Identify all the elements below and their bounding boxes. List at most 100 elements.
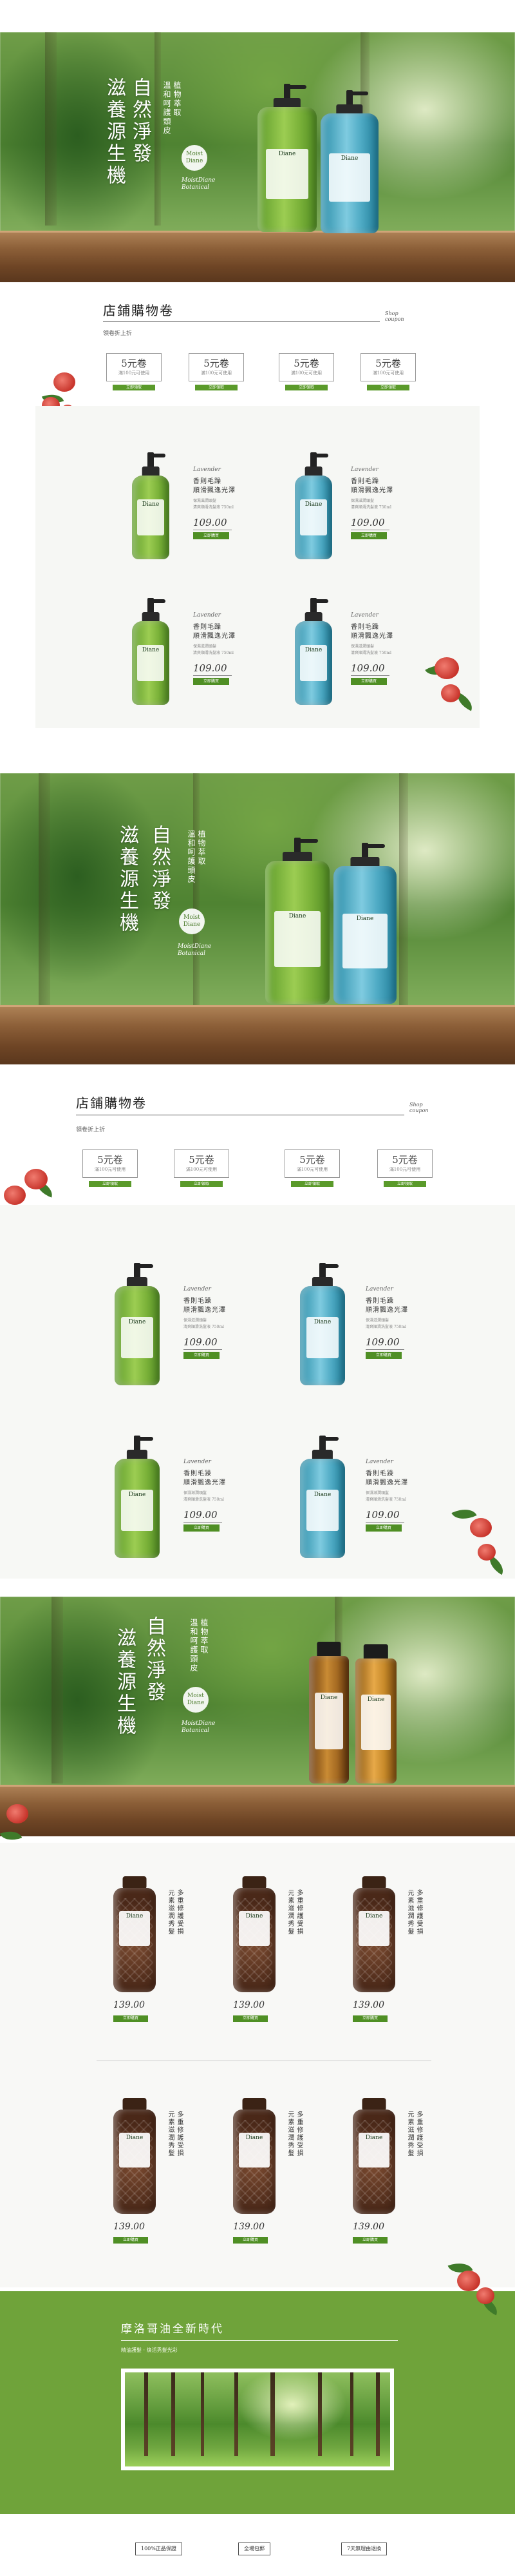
buy-now-button[interactable]: 立即購買 (233, 2237, 268, 2244)
hero-seal: Moist Diane (183, 1687, 209, 1713)
hero-blue-bottle: Diane (321, 90, 379, 233)
hero-tagline-1: 植物萃取 (200, 1619, 209, 1655)
buy-now-button[interactable]: 立即購買 (193, 678, 229, 685)
hero-title-line-2: 滋養源生機 (116, 825, 138, 934)
oil-product-price: 139.00 (353, 2222, 384, 2232)
oil-product-line-2: 元素滋潤秀髮 (406, 1889, 413, 1936)
coupon-1[interactable]: 5元卷 滿100元可使用 立即領取 (106, 353, 162, 390)
hero-title-line-1: 自然淨發 (143, 1616, 165, 1704)
product-card-2[interactable]: Lavender 香則毛躁 順滑飄逸光澤 保濕滋潤頭髮 清爽順滑洗髮液 750m… (351, 466, 428, 544)
oil-product-card-2[interactable]: 多重修護受損 元素滋潤秀髮 139.00 立即購買 (233, 1889, 313, 2037)
product-bottle-green: Diane (115, 1436, 160, 1558)
buy-now-button[interactable]: 立即購買 (183, 1352, 220, 1359)
hero-english: MoistDiane Botanical (182, 177, 216, 191)
product-english: Lavender (183, 1286, 211, 1293)
buy-now-button[interactable]: 立即購買 (351, 532, 387, 539)
hero-title-line-1: 自然淨發 (129, 77, 151, 165)
product-price: 109.00 (366, 1509, 400, 1521)
hero-blue-bottle: Diane (333, 843, 397, 1004)
product-name-2: 順滑飄逸光澤 (183, 1479, 226, 1486)
product-name-2: 順滑飄逸光澤 (351, 487, 393, 494)
product-name-2: 順滑飄逸光澤 (351, 633, 393, 640)
coupon-claim-button[interactable]: 立即領取 (180, 1181, 223, 1187)
product-card-7[interactable]: Lavender 香則毛躁 順滑飄逸光澤 保濕滋潤頭髮 清爽順滑洗髮液 750m… (183, 1459, 267, 1536)
hero-english: MoistDiane Botanical (182, 1720, 216, 1734)
buy-now-button[interactable]: 立即購買 (351, 678, 387, 685)
oil-product-line-1: 多重修護受損 (295, 2111, 303, 2157)
forest-photo (121, 2369, 394, 2470)
coupon-condition: 滿100元可使用 (290, 370, 323, 376)
coupon-4[interactable]: 5元卷 滿100元可使用 立即領取 (360, 353, 416, 390)
hero-tagline-1: 植物萃取 (197, 830, 206, 866)
product-desc-1: 保濕滋潤頭髮 (366, 1318, 389, 1323)
oil-product-line-1: 多重修護受損 (176, 1889, 183, 1936)
buy-now-button[interactable]: 立即購買 (353, 2237, 388, 2244)
product-name-1: 香則毛躁 (366, 1470, 394, 1477)
product-card-8[interactable]: Lavender 香則毛躁 順滑飄逸光澤 保濕滋潤頭髮 清爽順滑洗髮液 750m… (366, 1459, 449, 1536)
oil-product-card-1[interactable]: 多重修護受損 元素滋潤秀髮 139.00 立即購買 (113, 1889, 193, 2037)
oil-product-card-3[interactable]: 多重修護受損 元素滋潤秀髮 139.00 立即購買 (353, 1889, 433, 2037)
oil-product-card-4[interactable]: 多重修護受損 元素滋潤秀髮 139.00 立即購買 (113, 2111, 193, 2259)
coupon-section-title: 店鋪購物卷 (103, 303, 174, 318)
buy-now-button[interactable]: 立即購買 (113, 2015, 148, 2022)
coupon-claim-button[interactable]: 立即領取 (89, 1181, 131, 1187)
buy-now-button[interactable]: 立即購買 (193, 532, 229, 539)
product-price: 109.00 (351, 517, 385, 528)
product-card-3[interactable]: Lavender 香則毛躁 順滑飄逸光澤 保濕滋潤頭髮 清爽順滑洗髮液 750m… (193, 612, 270, 689)
oil-product-price: 139.00 (113, 2000, 145, 2010)
oil-product-card-5[interactable]: 多重修護受損 元素滋潤秀髮 139.00 立即購買 (233, 2111, 313, 2259)
coupon-condition: 滿100元可使用 (185, 1167, 218, 1172)
hero-tagline-1: 植物萃取 (173, 81, 182, 117)
coupon-4[interactable]: 5元卷 滿100元可使用 立即領取 (377, 1149, 433, 1187)
product-name-2: 順滑飄逸光澤 (193, 487, 236, 494)
buy-now-button[interactable]: 立即購買 (366, 1352, 402, 1359)
return-policy-badge: 7天無理由退換 (341, 2542, 388, 2555)
coupon-claim-button[interactable]: 立即領取 (384, 1181, 426, 1187)
hero-green-bottle: Diane (265, 838, 330, 1004)
hero-tagline-2: 溫和呵護頭皮 (187, 830, 196, 884)
coupon-3[interactable]: 5元卷 滿100元可使用 立即領取 (279, 353, 334, 390)
rose-decoration-4 (451, 1495, 515, 1591)
buy-now-button[interactable]: 立即購買 (183, 1524, 220, 1532)
coupon-2[interactable]: 5元卷 滿100元可使用 立即領取 (189, 353, 244, 390)
product-card-6[interactable]: Lavender 香則毛躁 順滑飄逸光澤 保濕滋潤頭髮 清爽順滑洗髮液 750m… (366, 1286, 449, 1363)
coupon-section-english-2: coupon (385, 316, 404, 322)
oil-product-line-2: 元素滋潤秀髮 (286, 2111, 294, 2157)
coupon-3[interactable]: 5元卷 滿100元可使用 立即領取 (285, 1149, 340, 1187)
coupon-amount: 5元卷 (121, 358, 147, 369)
oil-product-card-6[interactable]: 多重修護受損 元素滋潤秀髮 139.00 立即購買 (353, 2111, 433, 2259)
product-card-5[interactable]: Lavender 香則毛躁 順滑飄逸光澤 保濕滋潤頭髮 清爽順滑洗髮液 750m… (183, 1286, 267, 1363)
product-name-1: 香則毛躁 (366, 1298, 394, 1305)
product-desc-2: 清爽順滑洗髮液 750ml (366, 1325, 406, 1329)
product-price: 109.00 (193, 517, 227, 528)
product-card-1[interactable]: Lavender 香則毛躁 順滑飄逸光澤 保濕滋潤頭髮 清爽順滑洗髮液 750m… (193, 466, 270, 544)
hero-title-line-2: 滋養源生機 (103, 77, 126, 187)
coupon-amount: 5元卷 (189, 1154, 214, 1166)
oil-product-line-1: 多重修護受損 (415, 1889, 422, 1936)
product-english: Lavender (183, 1459, 211, 1465)
coupon-condition: 滿100元可使用 (296, 1167, 328, 1172)
product-bottle-blue: Diane (300, 1436, 345, 1558)
product-price: 109.00 (351, 662, 385, 674)
coupon-1[interactable]: 5元卷 滿100元可使用 立即領取 (82, 1149, 138, 1187)
coupon-claim-button[interactable]: 立即領取 (285, 385, 328, 390)
coupon-claim-button[interactable]: 立即領取 (113, 385, 155, 390)
product-card-4[interactable]: Lavender 香則毛躁 順滑飄逸光澤 保濕滋潤頭髮 清爽順滑洗髮液 750m… (351, 612, 428, 689)
product-desc-1: 保濕滋潤頭髮 (183, 1318, 207, 1323)
buy-now-button[interactable]: 立即購買 (113, 2237, 148, 2244)
footer-subtitle: 精油護髮 · 煥活秀髮光彩 (121, 2347, 178, 2353)
product-name-2: 順滑飄逸光澤 (183, 1307, 226, 1314)
product-price: 109.00 (193, 662, 227, 674)
coupon-section-subtitle: 領卷折上折 (76, 1127, 106, 1133)
coupon-2[interactable]: 5元卷 滿100元可使用 立即領取 (174, 1149, 229, 1187)
buy-now-button[interactable]: 立即購買 (353, 2015, 388, 2022)
rose-decoration-2 (422, 644, 483, 728)
coupon-claim-button[interactable]: 立即領取 (367, 385, 409, 390)
buy-now-button[interactable]: 立即購買 (233, 2015, 268, 2022)
buy-now-button[interactable]: 立即購買 (366, 1524, 402, 1532)
product-price: 109.00 (366, 1336, 400, 1348)
product-desc-1: 保濕滋潤頭髮 (351, 499, 375, 503)
coupon-claim-button[interactable]: 立即領取 (291, 1181, 333, 1187)
coupon-claim-button[interactable]: 立即領取 (195, 385, 238, 390)
product-desc-1: 保濕滋潤頭髮 (366, 1491, 389, 1495)
